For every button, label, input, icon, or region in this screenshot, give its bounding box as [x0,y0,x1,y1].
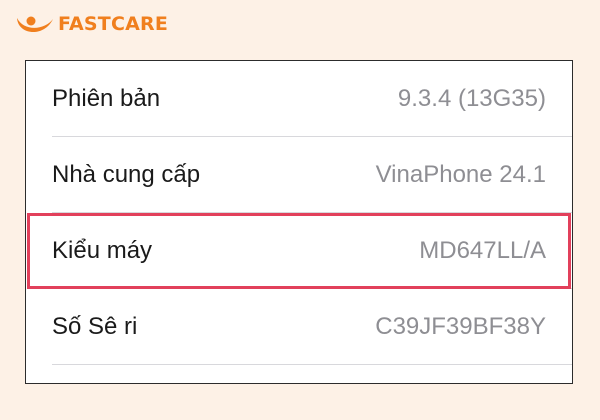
row-value: MD647LL/A [419,237,546,264]
fastcare-logo-icon [17,16,53,33]
brand-name: FASTCARE [58,13,169,35]
settings-row-model[interactable]: Kiểu máy MD647LL/A [26,213,572,289]
settings-row-serial[interactable]: Số Sê ri C39JF39BF38Y [26,289,572,365]
row-label: Phiên bản [52,85,161,112]
settings-row-version[interactable]: Phiên bản 9.3.4 (13G35) [26,61,572,137]
settings-row-carrier[interactable]: Nhà cung cấp VinaPhone 24.1 [26,137,572,213]
about-settings-panel: Phiên bản 9.3.4 (13G35) Nhà cung cấp Vin… [25,60,573,384]
row-value: 9.3.4 (13G35) [397,85,546,112]
row-divider [52,364,572,365]
brand-logo: FASTCARE [14,8,168,40]
row-label: Nhà cung cấp [52,161,201,188]
row-value: C39JF39BF38Y [375,313,546,340]
row-label: Số Sê ri [52,313,138,340]
row-label: Kiểu máy [52,237,153,264]
row-value: VinaPhone 24.1 [375,161,546,188]
